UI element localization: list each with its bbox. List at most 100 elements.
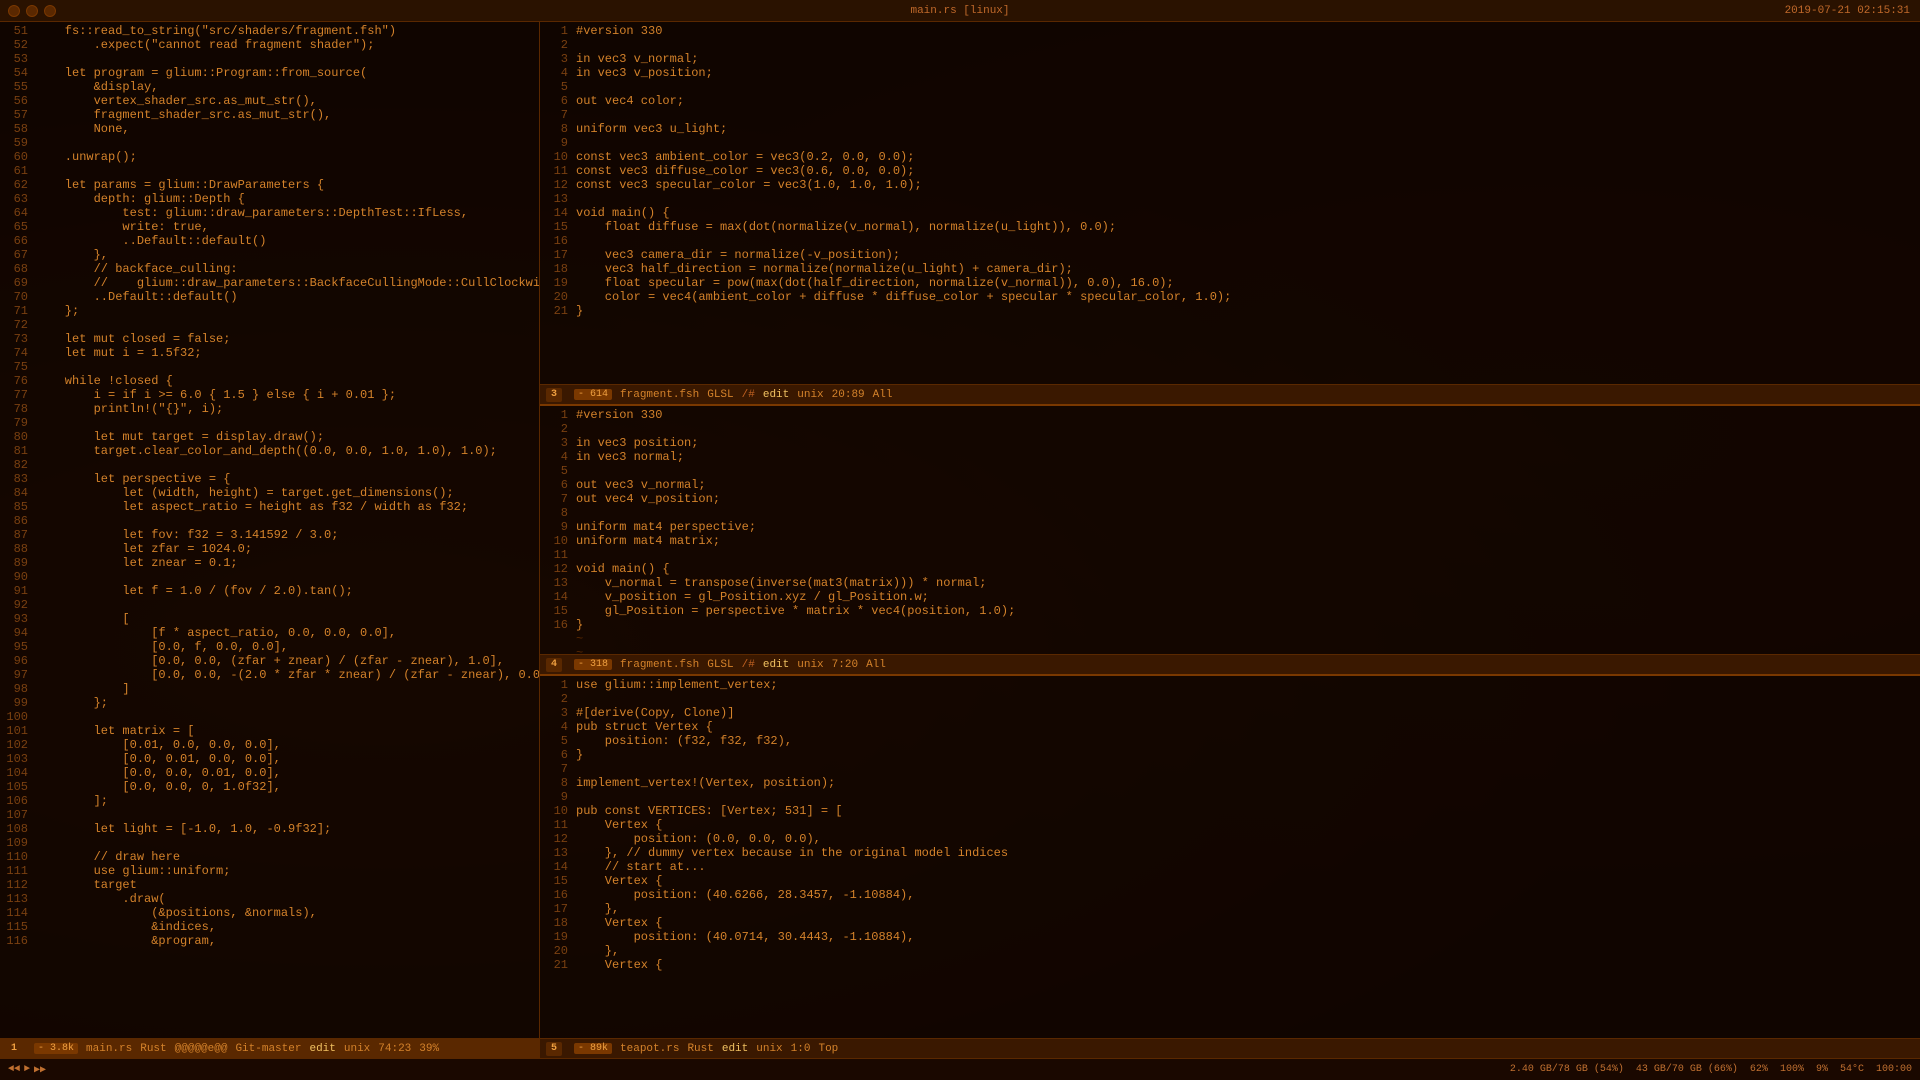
code-line: 3#[derive(Copy, Clone)] — [540, 706, 1920, 720]
line-content: position: (40.6266, 28.3457, -1.10884), — [576, 888, 1916, 902]
ram-stat: 2.40 GB/78 GB (54%) — [1510, 1064, 1624, 1075]
line-number: 21 — [544, 304, 576, 318]
line-number: 112 — [4, 878, 36, 892]
line-number: 97 — [4, 668, 36, 682]
line-content: let fov: f32 = 3.141592 / 3.0; — [36, 528, 535, 542]
code-line: 14 v_position = gl_Position.xyz / gl_Pos… — [540, 590, 1920, 604]
line-number: 14 — [544, 206, 576, 220]
code-line: 13 }, // dummy vertex because in the ori… — [540, 846, 1920, 860]
line-content: }, // dummy vertex because in the origin… — [576, 846, 1916, 860]
line-content — [36, 164, 535, 178]
line-number: 89 — [4, 556, 36, 570]
line-content: [0.0, 0.0, -(2.0 * zfar * znear) / (zfar… — [36, 668, 539, 682]
line-content: [0.0, 0.01, 0.0, 0.0], — [36, 752, 535, 766]
line-number: 15 — [544, 874, 576, 888]
code-line: 5 — [540, 464, 1920, 478]
left-status-bar: 1 - 3.8k main.rs Rust @@@@@e@@ Git-maste… — [0, 1038, 539, 1058]
code-line: 114 (&positions, &normals), — [0, 906, 539, 920]
line-content: ] — [36, 682, 535, 696]
right-top-mode: edit — [763, 389, 789, 401]
code-line: 14void main() { — [540, 206, 1920, 220]
line-content: i = if i >= 6.0 { 1.5 } else { i + 0.01 … — [36, 388, 535, 402]
right-middle-indicator: /# — [742, 659, 755, 671]
line-number: 2 — [544, 692, 576, 706]
right-top-status-bar: 3 - 614 fragment.fsh GLSL /# edit unix 2… — [540, 384, 1920, 404]
line-number: 1 — [544, 678, 576, 692]
line-number: 102 — [4, 738, 36, 752]
line-content: } — [576, 748, 1916, 762]
line-number: 9 — [544, 136, 576, 150]
line-content — [36, 416, 535, 430]
line-number: 76 — [4, 374, 36, 388]
editor-area: 51 fs::read_to_string("src/shaders/fragm… — [0, 22, 1920, 1058]
line-content: void main() { — [576, 206, 1916, 220]
line-number: 55 — [4, 80, 36, 94]
line-content: test: glium::draw_parameters::DepthTest:… — [36, 206, 535, 220]
code-line: 4pub struct Vertex { — [540, 720, 1920, 734]
right-top-language: GLSL — [707, 389, 733, 401]
close-button[interactable] — [8, 5, 20, 17]
line-number: 1 — [544, 408, 576, 422]
code-line: 103 [0.0, 0.01, 0.0, 0.0], — [0, 752, 539, 766]
maximize-button[interactable] — [44, 5, 56, 17]
line-number: 66 — [4, 234, 36, 248]
line-content: in vec3 normal; — [576, 450, 1916, 464]
code-line: ~ — [540, 632, 1920, 646]
line-content: position: (0.0, 0.0, 0.0), — [576, 832, 1916, 846]
right-middle-code-content[interactable]: 1#version 33023in vec3 position;4in vec3… — [540, 406, 1920, 654]
code-line: 85 let aspect_ratio = height as f32 / wi… — [0, 500, 539, 514]
line-content: float diffuse = max(dot(normalize(v_norm… — [576, 220, 1916, 234]
right-middle-language: GLSL — [707, 659, 733, 671]
code-line: 79 — [0, 416, 539, 430]
code-line: 8implement_vertex!(Vertex, position); — [540, 776, 1920, 790]
line-number: 15 — [544, 604, 576, 618]
code-line: 115 &indices, — [0, 920, 539, 934]
right-bottom-encoding: unix — [756, 1043, 782, 1055]
vol-stat: 100% — [1780, 1064, 1804, 1075]
line-content: color = vec4(ambient_color + diffuse * d… — [576, 290, 1916, 304]
right-middle-mode: edit — [763, 659, 789, 671]
temp-stat: 54°C — [1840, 1064, 1864, 1075]
line-number: 100 — [4, 710, 36, 724]
line-number: 80 — [4, 430, 36, 444]
line-number: 72 — [4, 318, 36, 332]
left-code-content[interactable]: 51 fs::read_to_string("src/shaders/fragm… — [0, 22, 539, 1038]
line-number: 11 — [544, 164, 576, 178]
line-number: 98 — [4, 682, 36, 696]
line-number: 77 — [4, 388, 36, 402]
right-bottom-code-content[interactable]: 1use glium::implement_vertex;23#[derive(… — [540, 676, 1920, 1038]
code-line: 7out vec4 v_position; — [540, 492, 1920, 506]
line-number: 73 — [4, 332, 36, 346]
code-line: 9 — [540, 790, 1920, 804]
minimize-button[interactable] — [26, 5, 38, 17]
line-content: }; — [36, 696, 535, 710]
code-line: 111 use glium::uniform; — [0, 864, 539, 878]
code-line: 7 — [540, 108, 1920, 122]
line-number: 111 — [4, 864, 36, 878]
right-bottom-line-count: - 89k — [574, 1043, 612, 1054]
code-line: 107 — [0, 808, 539, 822]
line-content: .expect("cannot read fragment shader"); — [36, 38, 535, 52]
code-line: 98 ] — [0, 682, 539, 696]
code-line: 16 — [540, 234, 1920, 248]
right-top-code-content[interactable]: 1#version 33023in vec3 v_normal;4in vec3… — [540, 22, 1920, 384]
pwr-stat: 100:00 — [1876, 1064, 1912, 1075]
line-content: &display, — [36, 80, 535, 94]
line-content: vec3 camera_dir = normalize(-v_position)… — [576, 248, 1916, 262]
line-content: uniform mat4 perspective; — [576, 520, 1916, 534]
line-content: target — [36, 878, 535, 892]
line-content — [576, 422, 1916, 436]
right-middle-modifier: All — [866, 659, 886, 671]
line-content — [576, 108, 1916, 122]
line-number: 59 — [4, 136, 36, 150]
line-content — [576, 80, 1916, 94]
line-number: 65 — [4, 220, 36, 234]
line-number: 68 — [4, 262, 36, 276]
code-line: 93 [ — [0, 612, 539, 626]
line-content: let f = 1.0 / (fov / 2.0).tan(); — [36, 584, 535, 598]
code-line: 108 let light = [-1.0, 1.0, -0.9f32]; — [0, 822, 539, 836]
line-number: 16 — [544, 888, 576, 902]
code-line: 70 ..Default::default() — [0, 290, 539, 304]
line-content: [0.0, 0.0, (zfar + znear) / (zfar - znea… — [36, 654, 535, 668]
line-number: 2 — [544, 422, 576, 436]
